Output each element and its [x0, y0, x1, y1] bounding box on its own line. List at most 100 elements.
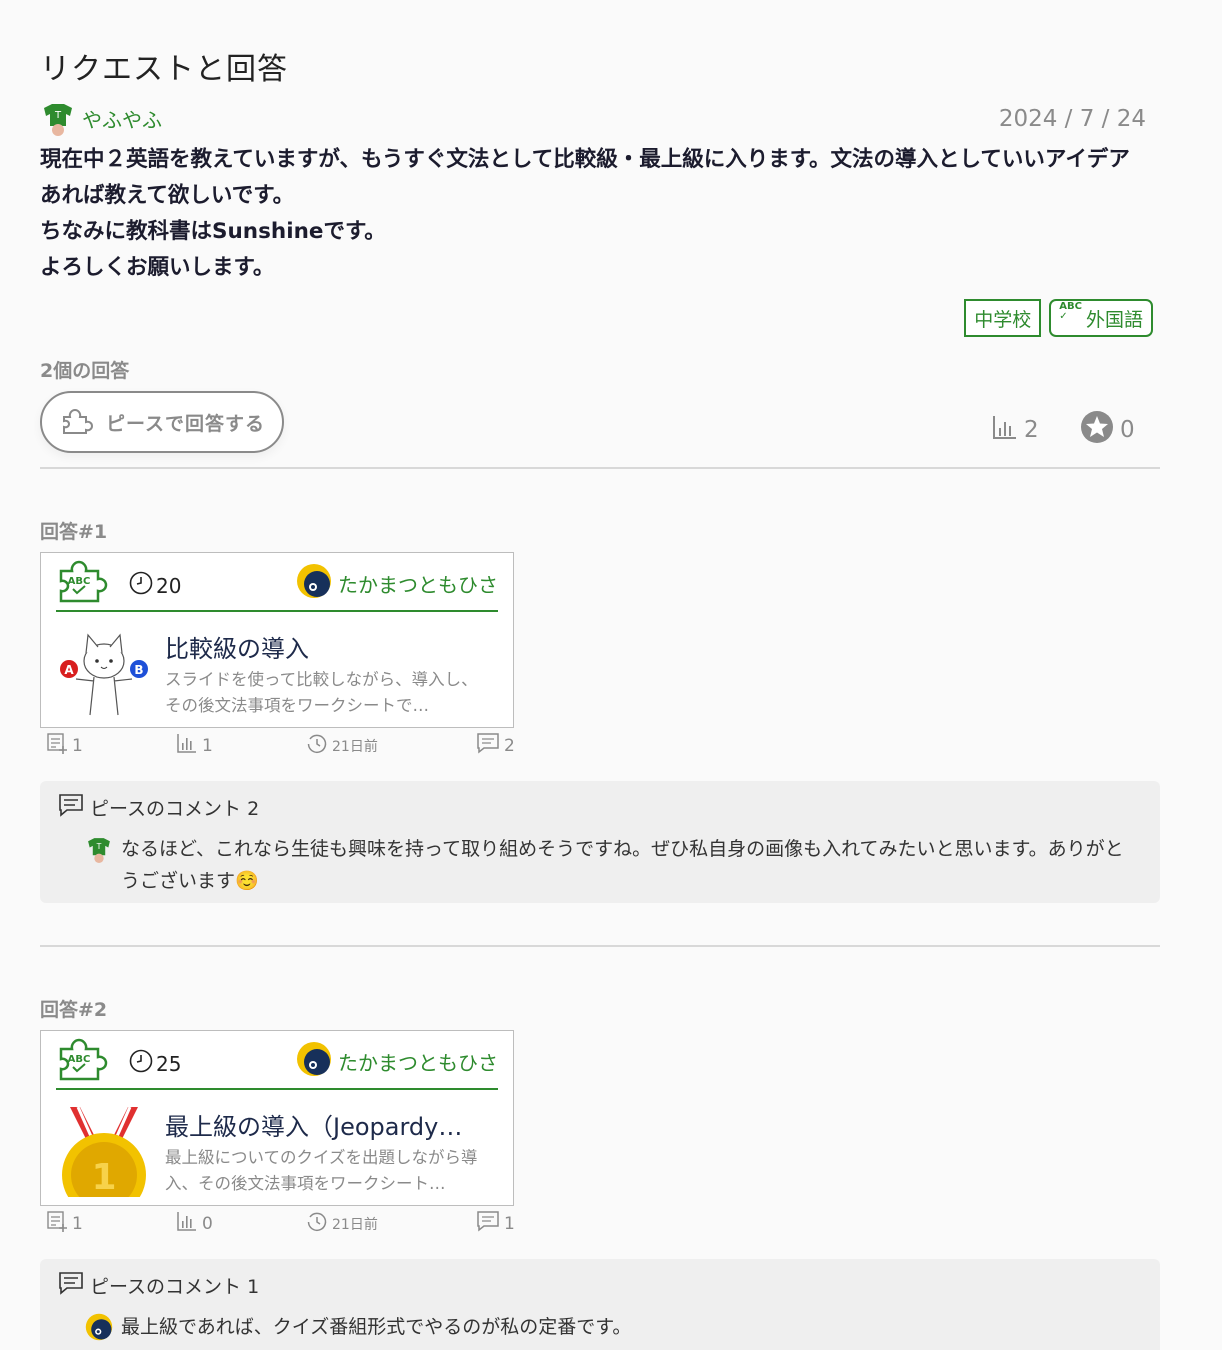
view-count-value: 0	[202, 1213, 213, 1234]
request-date: 2024 / 7 / 24	[998, 106, 1146, 132]
bar-chart-icon	[992, 414, 1018, 446]
comment-section: ピースのコメント 1 最上級であれば、クイズ番組形式でやるのが私の定番です。	[40, 1259, 1160, 1350]
avatar	[296, 1041, 332, 1082]
avatar: T	[85, 835, 113, 863]
tag-school-level[interactable]: 中学校	[964, 299, 1042, 337]
answer-label: 回答#2	[40, 999, 108, 1021]
author-name[interactable]: やふやふ	[82, 104, 162, 133]
owner-name[interactable]: たかまつともひさ	[338, 569, 498, 598]
comment-item: 最上級であれば、クイズ番組形式でやるのが私の定番です。	[85, 1311, 1140, 1343]
used-count-value: 1	[72, 735, 83, 756]
svg-text:T: T	[96, 842, 102, 851]
piece-description: スライドを使って比較しながら、導入し、その後文法事項をワークシートで…	[165, 670, 478, 715]
star-icon[interactable]	[1080, 410, 1114, 450]
svg-text:ABC: ABC	[68, 576, 91, 587]
svg-text:1: 1	[91, 1157, 116, 1197]
answer-label: 回答#1	[40, 521, 108, 543]
divider	[40, 467, 1160, 469]
comment-count-value: 2	[504, 735, 515, 756]
tag-label: 中学校	[974, 308, 1032, 331]
comment-icon	[58, 793, 84, 822]
used-count: 1	[46, 732, 83, 759]
comment-header: ピースのコメント 1	[58, 1271, 259, 1300]
avatar	[296, 563, 332, 604]
abc-puzzle-icon: ABC	[58, 557, 108, 607]
svg-text:B: B	[134, 663, 143, 677]
view-count-value: 2	[1024, 417, 1039, 443]
owner-name[interactable]: たかまつともひさ	[338, 1047, 498, 1076]
puzzle-piece-icon	[60, 405, 94, 439]
comment-icon	[58, 1271, 84, 1300]
comment-text: なるほど、これなら生徒も興味を持って取り組めそうですね。ぜひ私自身の画像も入れて…	[121, 838, 1124, 892]
comment-header-label: ピースのコメント 1	[90, 1276, 260, 1298]
piece-card[interactable]: ABC 25 たかまつともひさ 1 最上級の導入（Jeopardy… 最上級につ…	[40, 1030, 514, 1217]
piece-description: 最上級についてのクイズを出題しながら導入、その後文法事項をワークシート…	[165, 1148, 478, 1193]
piece-thumbnail: 1	[56, 1106, 152, 1217]
bar-chart-icon	[176, 1210, 198, 1237]
view-count: 2	[992, 414, 1039, 446]
piece-meta: 1 1 21日前 2	[40, 732, 515, 759]
view-count: 0	[176, 1210, 213, 1237]
avatar	[85, 1313, 113, 1341]
favorite-count[interactable]: 0	[1080, 410, 1135, 450]
duration: 20	[129, 571, 181, 600]
answer-with-piece-button[interactable]: ピースで回答する	[40, 391, 284, 453]
svg-text:ABC: ABC	[68, 1054, 91, 1065]
abc-check-icon: ABC ✓	[1059, 301, 1082, 322]
used-count: 1	[46, 1210, 83, 1237]
comment-section: ピースのコメント 2 T なるほど、これなら生徒も興味を持って取り組めそうですね…	[40, 781, 1160, 903]
comment-count-value: 1	[504, 1213, 515, 1234]
request-body-line: ちなみに教科書はSunshineです。	[40, 219, 386, 244]
comment-icon	[476, 732, 500, 759]
piece-thumbnail: A B	[56, 629, 152, 719]
comment-item: T なるほど、これなら生徒も興味を持って取り組めそうですね。ぜひ私自身の画像も入…	[85, 833, 1140, 897]
request-author[interactable]: T やふやふ	[40, 100, 162, 136]
posted-ago: 21日前	[306, 1211, 378, 1237]
clock-icon	[129, 1049, 153, 1078]
avatar: T	[40, 100, 76, 136]
abc-puzzle-icon: ABC	[58, 1035, 108, 1085]
comment-count: 2	[476, 732, 515, 759]
card-header: ABC 20 たかまつともひさ	[56, 553, 498, 612]
svg-text:T: T	[54, 110, 62, 121]
divider	[40, 945, 1160, 947]
answer-button-label: ピースで回答する	[106, 412, 266, 435]
list-add-icon	[46, 1210, 68, 1237]
piece-card[interactable]: ABC 20 たかまつともひさ A B 比較級の導入 スライドを使って比較しなが…	[40, 552, 514, 728]
duration-value: 20	[156, 573, 182, 598]
posted-ago: 21日前	[306, 733, 378, 759]
comment-icon	[476, 1210, 500, 1237]
piece-owner[interactable]: たかまつともひさ	[296, 563, 498, 604]
list-add-icon	[46, 732, 68, 759]
comment-text: 最上級であれば、クイズ番組形式でやるのが私の定番です。	[121, 1316, 632, 1338]
request-body-line: よろしくお願いします。	[40, 255, 275, 280]
card-header: ABC 25 たかまつともひさ	[56, 1031, 498, 1090]
comment-header-label: ピースのコメント 2	[90, 798, 260, 820]
history-icon	[306, 1211, 328, 1237]
history-icon	[306, 733, 328, 759]
abc-icon-text: ABC	[1059, 301, 1082, 312]
tag-list: 中学校 ABC ✓ 外国語	[964, 299, 1153, 337]
duration-value: 25	[156, 1051, 182, 1076]
piece-meta: 1 0 21日前 1	[40, 1210, 515, 1237]
posted-ago-value: 21日前	[332, 1217, 378, 1233]
tag-label: 外国語	[1085, 308, 1143, 331]
svg-text:A: A	[64, 663, 74, 677]
used-count-value: 1	[72, 1213, 83, 1234]
view-count-value: 1	[202, 735, 213, 756]
duration: 25	[129, 1049, 181, 1078]
piece-title[interactable]: 比較級の導入	[165, 629, 490, 664]
bar-chart-icon	[176, 732, 198, 759]
clock-icon	[129, 571, 153, 600]
answer-count: 2個の回答	[40, 360, 130, 382]
request-body: 現在中２英語を教えていますが、もうすぐ文法として比較級・最上級に入ります。文法の…	[40, 142, 1150, 286]
comment-count: 1	[476, 1210, 515, 1237]
page-title: リクエストと回答	[40, 52, 288, 87]
tag-subject[interactable]: ABC ✓ 外国語	[1049, 299, 1153, 337]
request-body-line: 現在中２英語を教えていますが、もうすぐ文法として比較級・最上級に入ります。文法の…	[40, 147, 1130, 208]
view-count: 1	[176, 732, 213, 759]
favorite-count-value: 0	[1120, 417, 1135, 443]
piece-owner[interactable]: たかまつともひさ	[296, 1041, 498, 1082]
comment-header: ピースのコメント 2	[58, 793, 259, 822]
piece-title[interactable]: 最上級の導入（Jeopardy…	[165, 1107, 490, 1142]
